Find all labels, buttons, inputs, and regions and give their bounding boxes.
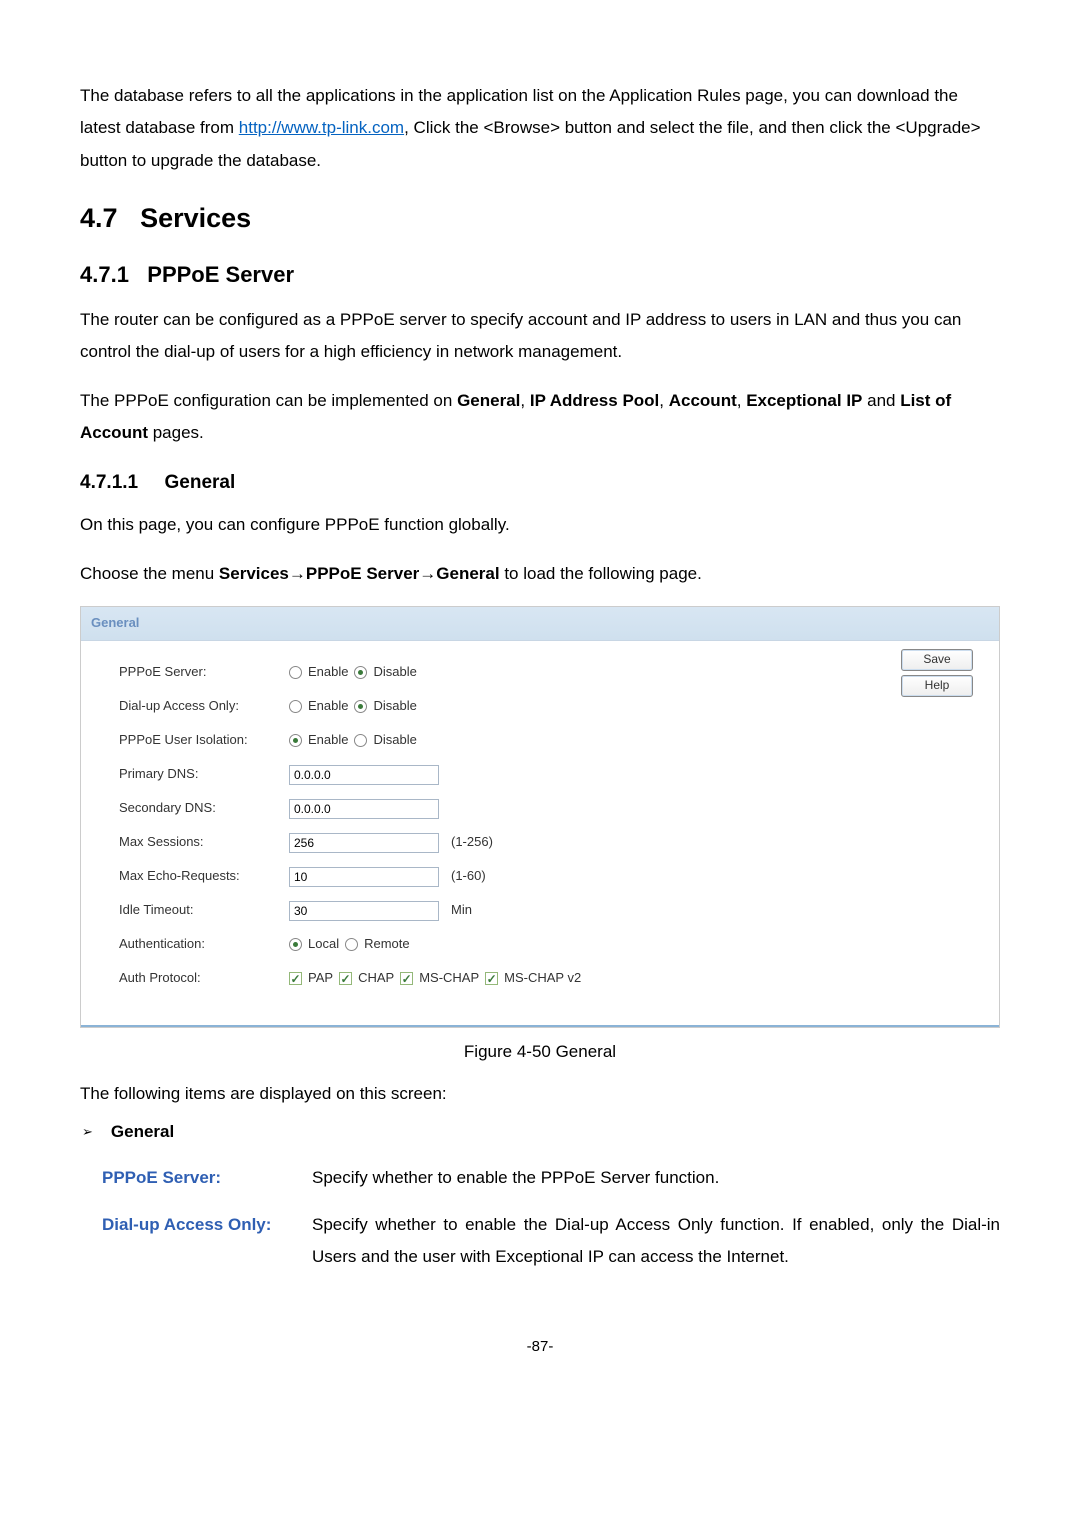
isolation-disable-radio[interactable] [354,734,367,747]
pppoe-config-para: The PPPoE configuration can be implement… [80,385,1000,450]
label-secondary-dns: Secondary DNS: [119,796,289,821]
mschapv2-checkbox[interactable]: ✓ [485,972,498,985]
section-4-7-1-1-heading: 4.7.1.1 General [80,465,1000,501]
label-max-echo: Max Echo-Requests: [119,864,289,889]
label-max-sessions: Max Sessions: [119,830,289,855]
def-term-pppoe: PPPoE Server: [102,1162,312,1194]
label-isolation: PPPoE User Isolation: [119,728,289,753]
opt-chap: CHAP [358,966,394,991]
def-dialup: Dial-up Access Only: Specify whether to … [102,1209,1000,1274]
opt-enable: Enable [308,660,348,685]
pppoe-server-enable-radio[interactable] [289,666,302,679]
subsub-num: 4.7.1.1 [80,472,138,493]
idle-unit: Min [451,898,472,923]
bullet-general: ➢ General [80,1116,1000,1148]
intro-paragraph: The database refers to all the applicati… [80,80,1000,177]
general-panel: General Save Help PPPoE Server: Enable D… [80,606,1000,1028]
primary-dns-input[interactable] [289,765,439,785]
opt-mschap: MS-CHAP [419,966,479,991]
max-echo-range: (1-60) [451,864,486,889]
label-authentication: Authentication: [119,932,289,957]
page-number: -87- [80,1333,1000,1362]
opt-mschapv2: MS-CHAP v2 [504,966,581,991]
pppoe-intro-para: The router can be configured as a PPPoE … [80,304,1000,369]
tplink-link[interactable]: http://www.tp-link.com [239,118,404,137]
section-4-7-1-heading: 4.7.1 PPPoE Server [80,254,1000,296]
triangle-icon: ➢ [82,1120,93,1145]
label-primary-dns: Primary DNS: [119,762,289,787]
opt-local: Local [308,932,339,957]
def-desc-dialup: Specify whether to enable the Dial-up Ac… [312,1209,1000,1274]
panel-separator [81,1025,999,1027]
subsection-title: PPPoE Server [147,262,294,287]
bullet-general-label: General [111,1116,174,1148]
section-4-7-heading: 4.7 Services [80,193,1000,244]
dialup-enable-radio[interactable] [289,700,302,713]
max-sessions-range: (1-256) [451,830,493,855]
mschap-checkbox[interactable]: ✓ [400,972,413,985]
pap-checkbox[interactable]: ✓ [289,972,302,985]
label-pppoe-server: PPPoE Server: [119,660,289,685]
section-title: Services [140,203,251,233]
def-desc-pppoe: Specify whether to enable the PPPoE Serv… [312,1162,1000,1194]
general-intro: On this page, you can configure PPPoE fu… [80,509,1000,541]
help-button[interactable]: Help [901,675,973,697]
chap-checkbox[interactable]: ✓ [339,972,352,985]
idle-timeout-input[interactable] [289,901,439,921]
max-echo-input[interactable] [289,867,439,887]
auth-remote-radio[interactable] [345,938,358,951]
followup-text: The following items are displayed on thi… [80,1078,1000,1110]
subsection-num: 4.7.1 [80,262,129,287]
def-pppoe-server: PPPoE Server: Specify whether to enable … [102,1162,1000,1194]
label-idle-timeout: Idle Timeout: [119,898,289,923]
panel-header: General [81,607,999,641]
label-dialup: Dial-up Access Only: [119,694,289,719]
opt-disable: Disable [373,660,416,685]
max-sessions-input[interactable] [289,833,439,853]
save-button[interactable]: Save [901,649,973,671]
label-auth-protocol: Auth Protocol: [119,966,289,991]
dialup-disable-radio[interactable] [354,700,367,713]
menu-path-para: Choose the menu Services→PPPoE Server→Ge… [80,558,1000,590]
secondary-dns-input[interactable] [289,799,439,819]
figure-caption: Figure 4-50 General [80,1036,1000,1068]
section-num: 4.7 [80,203,118,233]
def-term-dialup: Dial-up Access Only: [102,1209,312,1274]
opt-pap: PAP [308,966,333,991]
auth-local-radio[interactable] [289,938,302,951]
pppoe-server-disable-radio[interactable] [354,666,367,679]
subsub-title: General [165,472,236,493]
opt-remote: Remote [364,932,410,957]
isolation-enable-radio[interactable] [289,734,302,747]
